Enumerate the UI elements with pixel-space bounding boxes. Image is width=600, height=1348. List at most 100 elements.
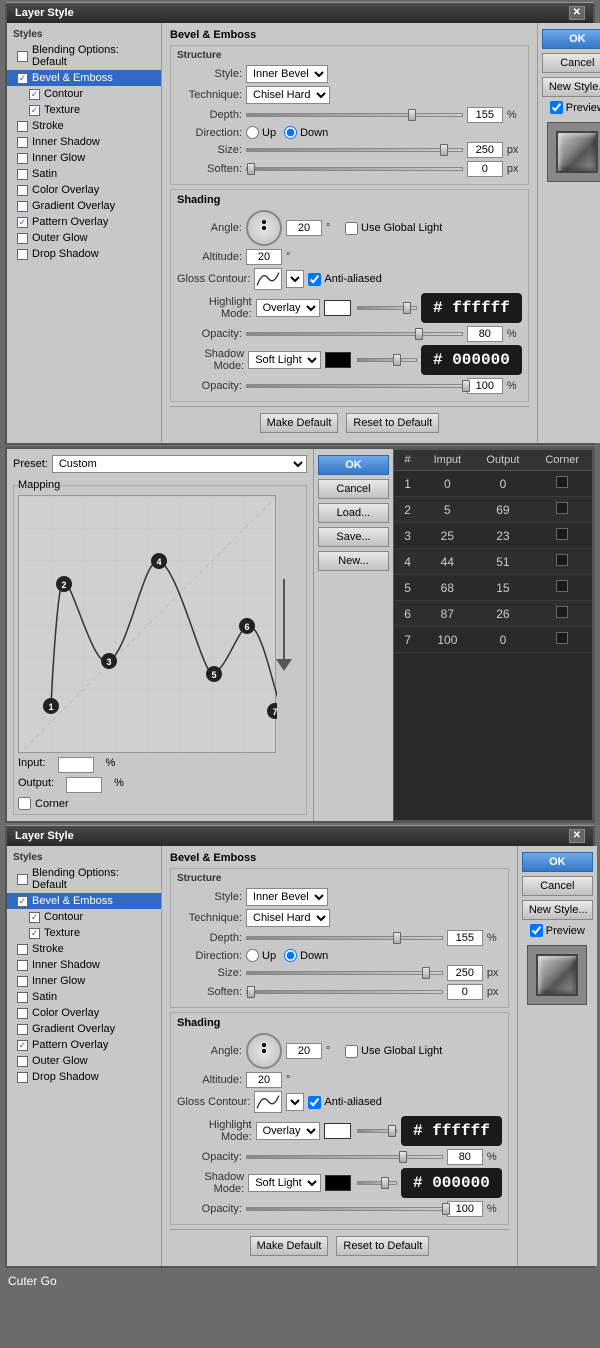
curve-cancel-button[interactable]: Cancel [318,479,389,499]
radio-down[interactable]: Down [284,126,328,139]
highlight-opacity-thumb2b[interactable] [399,1151,407,1163]
shadow-opacity-input-2[interactable] [447,1201,483,1217]
size-input-2[interactable] [447,965,483,981]
size-thumb-2[interactable] [422,967,430,979]
shadow-color-swatch-2[interactable] [325,1175,351,1191]
checkbox-color-overlay[interactable] [17,185,28,196]
checkbox-blending[interactable] [17,51,28,62]
highlight-opacity-slider2[interactable] [246,332,463,336]
table-row[interactable]: 1 0 0 [394,471,592,497]
panel-close-1[interactable]: ✕ [569,6,585,20]
table-row[interactable]: 7 100 0 [394,627,592,653]
radio-down-input[interactable] [284,126,297,139]
angle-input-2[interactable] [286,1043,322,1059]
depth-thumb[interactable] [408,109,416,121]
preset-select[interactable]: Custom [52,455,307,473]
checkbox-inner-glow[interactable] [17,153,28,164]
ok-button-1[interactable]: OK [542,29,600,49]
sidebar2-item-texture[interactable]: Texture [7,925,161,941]
make-default-button[interactable]: Make Default [260,413,339,433]
angle-dial[interactable] [246,210,282,246]
sidebar2-item-inner-glow[interactable]: Inner Glow [7,973,161,989]
highlight-opacity-thumb[interactable] [403,302,411,314]
table-row[interactable]: 4 44 51 [394,549,592,575]
radio-up-2[interactable]: Up [246,949,276,962]
checkbox2-outer-glow[interactable] [17,1056,28,1067]
sidebar-item-pattern-overlay[interactable]: Pattern Overlay [7,214,161,230]
sidebar-item-outer-glow[interactable]: Outer Glow [7,230,161,246]
radio-down-input-2[interactable] [284,949,297,962]
reset-default-button-2[interactable]: Reset to Default [336,1236,429,1256]
checkbox-drop-shadow[interactable] [17,249,28,260]
shadow-opacity-slider2[interactable] [246,384,463,388]
checkbox2-satin[interactable] [17,992,28,1003]
curve-ok-button[interactable]: OK [318,455,389,475]
depth-slider-2[interactable] [246,936,443,940]
checkbox2-gradient-overlay[interactable] [17,1024,28,1035]
sidebar-item-inner-shadow[interactable]: Inner Shadow [7,134,161,150]
sidebar-item-blending[interactable]: Blending Options: Default [7,42,161,70]
curve-save-button[interactable]: Save... [318,527,389,547]
sidebar2-item-pattern-overlay[interactable]: Pattern Overlay [7,1037,161,1053]
highlight-opacity-slider-2[interactable] [357,1129,397,1133]
gloss-contour-select-2[interactable] [286,1093,304,1111]
sidebar2-item-stroke[interactable]: Stroke [7,941,161,957]
style-select[interactable]: Inner Bevel [246,65,328,83]
output-field[interactable] [66,777,102,793]
table-row[interactable]: 2 5 69 [394,497,592,523]
checkbox2-bevel[interactable] [17,896,28,907]
style-select-2[interactable]: Inner Bevel [246,888,328,906]
radio-down-2[interactable]: Down [284,949,328,962]
global-light-input-2[interactable] [345,1045,358,1058]
global-light-check[interactable]: Use Global Light [345,222,442,235]
table-row[interactable]: 6 87 26 [394,601,592,627]
table-row[interactable]: 3 25 23 [394,523,592,549]
highlight-opacity-input[interactable] [467,326,503,342]
shadow-color-swatch[interactable] [325,352,351,368]
sidebar-item-stroke[interactable]: Stroke [7,118,161,134]
checkbox2-blending[interactable] [17,874,28,885]
radio-up-input-2[interactable] [246,949,259,962]
preview-checkbox-1[interactable] [550,101,563,114]
sidebar-item-satin[interactable]: Satin [7,166,161,182]
highlight-opacity-slider[interactable] [357,306,417,310]
altitude-input[interactable] [246,249,282,265]
sidebar2-item-blending[interactable]: Blending Options: Default [7,865,161,893]
size-input[interactable] [467,142,503,158]
shadow-mode-select[interactable]: Soft Light [248,351,321,369]
new-style-button-1[interactable]: New Style... [542,77,600,97]
checkbox2-drop-shadow[interactable] [17,1072,28,1083]
depth-thumb-2[interactable] [393,932,401,944]
size-thumb[interactable] [440,144,448,156]
technique-select-2[interactable]: Chisel Hard [246,909,330,927]
checkbox-pattern-overlay[interactable] [17,217,28,228]
highlight-opacity-input-2[interactable] [447,1149,483,1165]
depth-input-2[interactable] [447,930,483,946]
shadow-opacity-slider2b[interactable] [246,1207,443,1211]
soften-thumb[interactable] [247,163,255,175]
panel-close-2[interactable]: ✕ [569,829,585,843]
sidebar2-item-bevel[interactable]: Bevel & Emboss [7,893,161,909]
highlight-opacity-thumb-2a[interactable] [388,1125,396,1137]
new-style-button-2[interactable]: New Style... [522,900,593,920]
cancel-button-2[interactable]: Cancel [522,876,593,896]
checkbox2-stroke[interactable] [17,944,28,955]
checkbox-gradient-overlay[interactable] [17,201,28,212]
shadow-mode-select-2[interactable]: Soft Light [248,1174,321,1192]
sidebar2-item-contour[interactable]: Contour [7,909,161,925]
shadow-opacity-slider-2[interactable] [357,1181,397,1185]
highlight-opacity-thumb2[interactable] [415,328,423,340]
sidebar-item-bevel[interactable]: Bevel & Emboss [7,70,161,86]
shadow-opacity-thumb2b[interactable] [442,1203,450,1215]
sidebar2-item-gradient-overlay[interactable]: Gradient Overlay [7,1021,161,1037]
global-light-check-2[interactable]: Use Global Light [345,1045,442,1058]
shadow-opacity-slider[interactable] [357,358,417,362]
checkbox2-contour[interactable] [29,912,40,923]
size-slider-2[interactable] [246,971,443,975]
depth-slider[interactable] [246,113,463,117]
technique-select[interactable]: Chisel Hard [246,86,330,104]
angle-input[interactable] [286,220,322,236]
highlight-mode-select[interactable]: Overlay [256,299,320,317]
checkbox2-pattern-overlay[interactable] [17,1040,28,1051]
make-default-button-2[interactable]: Make Default [250,1236,329,1256]
